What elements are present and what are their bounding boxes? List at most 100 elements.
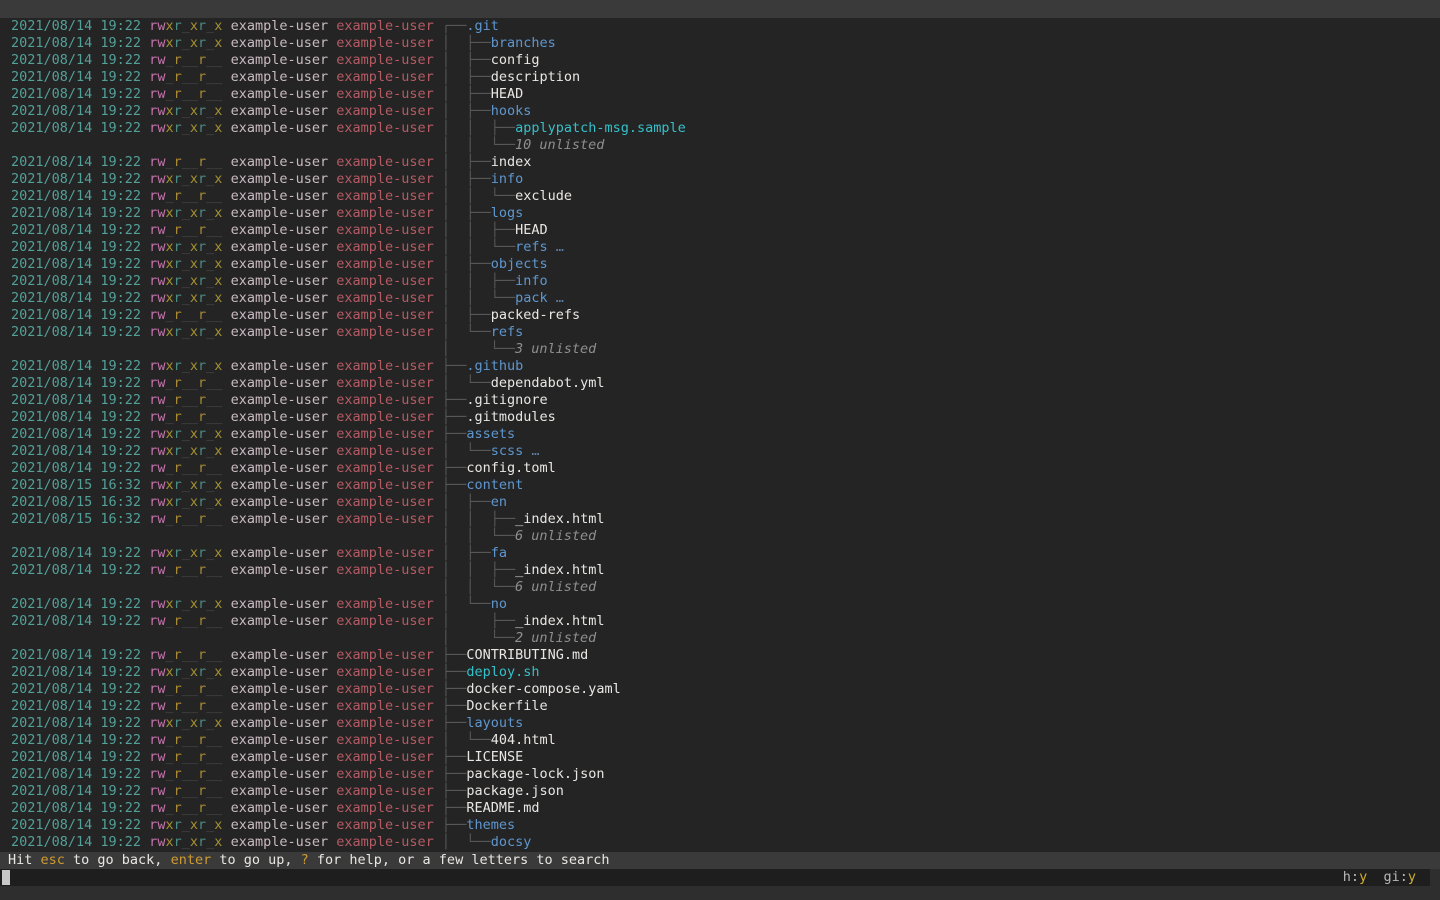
tree-row[interactable]: 2021/08/14 19:22 rw_r__r__ example-user … bbox=[11, 460, 1440, 477]
tree-row[interactable]: 2021/08/14 19:22 rw_r__r__ example-user … bbox=[11, 409, 1440, 426]
tree-row[interactable]: 2021/08/14 19:22 rwxr_xr_x example-user … bbox=[11, 834, 1440, 851]
permission-char: r bbox=[198, 817, 206, 833]
tree-row[interactable]: 2021/08/14 19:22 rwxr_xr_x example-user … bbox=[11, 35, 1440, 52]
permission-char: _ bbox=[182, 307, 190, 323]
tree-row[interactable]: 2021/08/14 19:22 rwxr_xr_x example-user … bbox=[11, 358, 1440, 375]
directory-name: content bbox=[466, 477, 523, 493]
group-name: example-user bbox=[336, 715, 442, 731]
tree-row[interactable]: 2021/08/14 19:22 rw_r__r__ example-user … bbox=[11, 86, 1440, 103]
tree-row[interactable]: 2021/08/14 19:22 rwxr_xr_x example-user … bbox=[11, 171, 1440, 188]
tree-row[interactable]: 2021/08/14 19:22 rw_r__r__ example-user … bbox=[11, 52, 1440, 69]
tree-row[interactable]: 2021/08/14 19:22 rw_r__r__ example-user … bbox=[11, 766, 1440, 783]
tree-row[interactable]: 2021/08/14 19:22 rw_r__r__ example-user … bbox=[11, 188, 1440, 205]
group-name: example-user bbox=[336, 834, 442, 850]
tree-row[interactable]: 2021/08/14 19:22 rw_r__r__ example-user … bbox=[11, 681, 1440, 698]
tree-branch-lines: ├── bbox=[442, 783, 466, 799]
permission-char: _ bbox=[182, 188, 190, 204]
permission-char: r bbox=[174, 392, 182, 408]
permission-char: _ bbox=[182, 477, 190, 493]
tree-row[interactable]: 2021/08/14 19:22 rw_r__r__ example-user … bbox=[11, 307, 1440, 324]
tree-row[interactable]: 2021/08/14 19:22 rwxr_xr_x example-user … bbox=[11, 273, 1440, 290]
owner-name: example-user bbox=[231, 545, 337, 561]
permission-char: r bbox=[174, 273, 182, 289]
modified-timestamp: 2021/08/14 19:22 bbox=[11, 783, 149, 799]
modified-timestamp: 2021/08/14 19:22 bbox=[11, 545, 149, 561]
tree-branch-lines: │ ├── bbox=[442, 256, 491, 272]
permission-char: x bbox=[165, 715, 173, 731]
tree-row[interactable]: 2021/08/14 19:22 rw_r__r__ example-user … bbox=[11, 647, 1440, 664]
tree-row[interactable]: 2021/08/14 19:22 rw_r__r__ example-user … bbox=[11, 749, 1440, 766]
modified-timestamp: 2021/08/14 19:22 bbox=[11, 613, 149, 629]
tree-row[interactable]: 2021/08/14 19:22 rwxr_xr_x example-user … bbox=[11, 290, 1440, 307]
tree-row[interactable]: 2021/08/14 19:22 rwxr_xr_x example-user … bbox=[11, 664, 1440, 681]
group-name: example-user bbox=[336, 664, 442, 680]
unlisted-count: 3 unlisted bbox=[515, 341, 596, 357]
owner-name: example-user bbox=[231, 647, 337, 663]
tree-row[interactable]: 2021/08/14 19:22 rw_r__r__ example-user … bbox=[11, 375, 1440, 392]
tree-row[interactable]: 2021/08/14 19:22 rw_r__r__ example-user … bbox=[11, 392, 1440, 409]
permission-char: _ bbox=[190, 749, 198, 765]
permission-char: r bbox=[198, 715, 206, 731]
permission-char: r bbox=[198, 324, 206, 340]
owner-name: example-user bbox=[231, 375, 337, 391]
permission-char: r bbox=[174, 647, 182, 663]
tree-row[interactable]: 2021/08/14 19:22 rwxr_xr_x example-user … bbox=[11, 18, 1440, 35]
tree-row[interactable]: 2021/08/14 19:22 rw_r__r__ example-user … bbox=[11, 562, 1440, 579]
tree-row[interactable]: 2021/08/14 19:22 rwxr_xr_x example-user … bbox=[11, 103, 1440, 120]
tree-row[interactable]: 2021/08/14 19:22 rw_r__r__ example-user … bbox=[11, 732, 1440, 749]
permission-char: r bbox=[174, 358, 182, 374]
tree-row[interactable]: 2021/08/15 16:32 rwxr_xr_x example-user … bbox=[11, 494, 1440, 511]
group-name: example-user bbox=[336, 358, 442, 374]
tree-row[interactable]: 2021/08/14 19:22 rwxr_xr_x example-user … bbox=[11, 817, 1440, 834]
tree-row[interactable]: 2021/08/14 19:22 rw_r__r__ example-user … bbox=[11, 154, 1440, 171]
modified-timestamp: 2021/08/14 19:22 bbox=[11, 307, 149, 323]
directory-name: refs bbox=[491, 324, 524, 340]
owner-name: example-user bbox=[231, 35, 337, 51]
tree-row[interactable]: 2021/08/14 19:22 rw_r__r__ example-user … bbox=[11, 613, 1440, 630]
permission-char: _ bbox=[182, 715, 190, 731]
tree-row[interactable]: 2021/08/15 16:32 rwxr_xr_x example-user … bbox=[11, 477, 1440, 494]
permission-char: x bbox=[165, 664, 173, 680]
permission-char: r bbox=[198, 290, 206, 306]
tree-row[interactable]: 2021/08/14 19:22 rwxr_xr_x example-user … bbox=[11, 239, 1440, 256]
permission-char: x bbox=[190, 477, 198, 493]
tree-branch-lines: │ │ ├── bbox=[442, 562, 515, 578]
tree-row[interactable]: 2021/08/14 19:22 rwxr_xr_x example-user … bbox=[11, 715, 1440, 732]
modified-timestamp: 2021/08/15 16:32 bbox=[11, 494, 149, 510]
tree-branch-lines: ├── bbox=[442, 715, 466, 731]
modified-timestamp: 2021/08/14 19:22 bbox=[11, 256, 149, 272]
tree-row[interactable]: 2021/08/14 19:22 rw_r__r__ example-user … bbox=[11, 222, 1440, 239]
tree-row[interactable]: 2021/08/14 19:22 rwxr_xr_x example-user … bbox=[11, 120, 1440, 137]
tree-row[interactable]: 2021/08/14 19:22 rwxr_xr_x example-user … bbox=[11, 324, 1440, 341]
tree-row[interactable]: 2021/08/14 19:22 rw_r__r__ example-user … bbox=[11, 800, 1440, 817]
permission-char: x bbox=[190, 239, 198, 255]
tree-branch-lines: │ │ └── bbox=[442, 188, 515, 204]
tree-row[interactable]: 2021/08/14 19:22 rwxr_xr_x example-user … bbox=[11, 596, 1440, 613]
permission-char: r bbox=[174, 681, 182, 697]
group-name: example-user bbox=[336, 239, 442, 255]
tree-row[interactable]: 2021/08/14 19:22 rwxr_xr_x example-user … bbox=[11, 545, 1440, 562]
modified-timestamp: 2021/08/15 16:32 bbox=[11, 477, 149, 493]
key-hint: esc bbox=[41, 852, 65, 868]
tree-branch-lines: │ └── bbox=[442, 596, 491, 612]
tree-branch-lines: │ │ └── bbox=[442, 579, 515, 595]
tree-row[interactable]: 2021/08/14 19:22 rwxr_xr_x example-user … bbox=[11, 443, 1440, 460]
permission-char: _ bbox=[165, 392, 173, 408]
tree-row[interactable]: 2021/08/15 16:32 rw_r__r__ example-user … bbox=[11, 511, 1440, 528]
tree-row[interactable]: 2021/08/14 19:22 rw_r__r__ example-user … bbox=[11, 698, 1440, 715]
tree-row[interactable]: 2021/08/14 19:22 rw_r__r__ example-user … bbox=[11, 69, 1440, 86]
hint-separator bbox=[1367, 869, 1383, 885]
owner-name: example-user bbox=[231, 290, 337, 306]
tree-row[interactable]: 2021/08/14 19:22 rwxr_xr_x example-user … bbox=[11, 426, 1440, 443]
tree-row[interactable]: 2021/08/14 19:22 rwxr_xr_x example-user … bbox=[11, 256, 1440, 273]
search-input-line[interactable]: h:y gi:y bbox=[0, 869, 1430, 886]
toggle-hints: h:y gi:y bbox=[1343, 869, 1416, 886]
owner-name: example-user bbox=[231, 120, 337, 136]
modified-timestamp: 2021/08/14 19:22 bbox=[11, 18, 149, 34]
directory-name: logs bbox=[491, 205, 524, 221]
group-name: example-user bbox=[336, 307, 442, 323]
tree-row[interactable]: 2021/08/14 19:22 rw_r__r__ example-user … bbox=[11, 783, 1440, 800]
tree-branch-lines: │ │ ├── bbox=[442, 222, 515, 238]
tree-row[interactable]: 2021/08/14 19:22 rwxr_xr_x example-user … bbox=[11, 205, 1440, 222]
tree-row: │ │ └──6 unlisted bbox=[11, 579, 1440, 596]
